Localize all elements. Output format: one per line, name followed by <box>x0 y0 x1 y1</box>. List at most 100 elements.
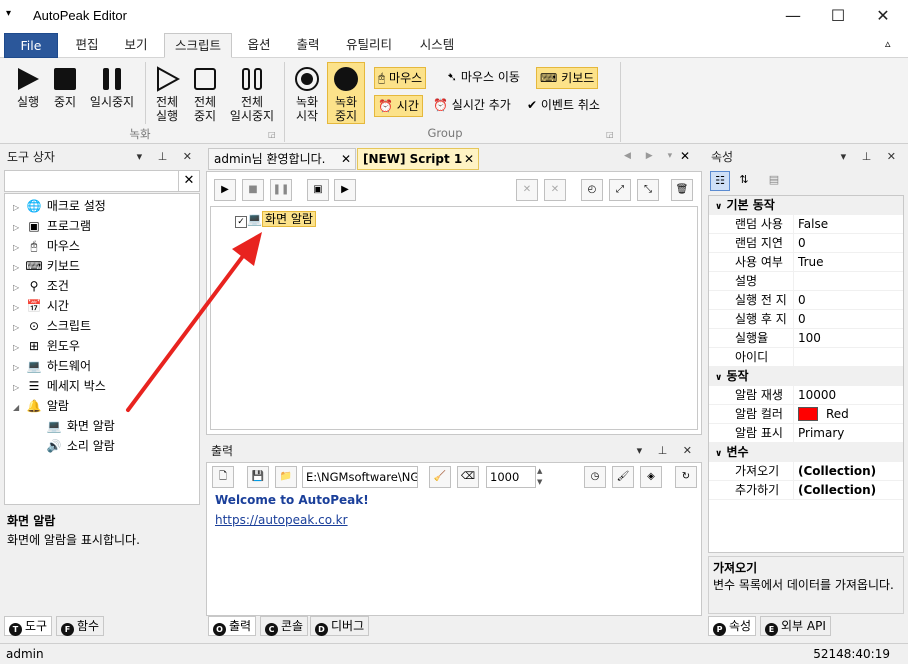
script-node-screen-alarm[interactable]: ✓ 💻 화면 알람 <box>235 210 316 228</box>
prop-row[interactable]: 아이디 <box>709 348 903 367</box>
tree-item-condition[interactable]: ▷ ⚲ 조건 <box>13 276 69 296</box>
prop-row[interactable]: 실행 후 지 0 <box>709 310 903 329</box>
mouse-toggle-button[interactable]: 🖰 마우스 <box>374 67 427 89</box>
editor-run-button[interactable]: ▶ <box>214 179 236 201</box>
record-stop-button[interactable]: 녹화 중지 <box>327 62 365 124</box>
output-eraser-button[interactable]: ⌫ <box>457 466 479 488</box>
tree-item-program[interactable]: ▷ ▣ 프로그램 <box>13 216 91 236</box>
output-controls[interactable]: ▾ ⊥ ✕ <box>637 440 698 462</box>
tab-file[interactable]: File <box>4 33 58 58</box>
keyboard-toggle-button[interactable]: ⌨ 키보드 <box>536 67 599 89</box>
ribbon-collapse-icon[interactable]: ▵ <box>885 37 891 50</box>
editor-close-icon[interactable]: ✕ <box>680 149 690 163</box>
realtime-add-button[interactable]: ⏰ 실시간 추가 <box>430 95 514 117</box>
output-save-button[interactable]: 💾 <box>247 466 269 488</box>
editor-disable-button[interactable]: ✕ <box>516 179 538 201</box>
quick-access-icon[interactable]: ▾ <box>6 8 11 19</box>
prop-row[interactable]: 알람 표시 Primary <box>709 424 903 443</box>
tree-item-macro-settings[interactable]: ▷ 🌐 매크로 설정 <box>13 196 106 216</box>
tree-item-sound-alarm[interactable]: 🔊 소리 알람 <box>45 436 115 456</box>
prop-row[interactable]: 알람 재생 10000 <box>709 386 903 405</box>
prop-row[interactable]: 실행율 100 <box>709 329 903 348</box>
output-number-input[interactable]: 1000 <box>486 466 536 488</box>
output-brush-button[interactable]: 🖌 <box>612 466 634 488</box>
editor-pause-button[interactable]: ❚❚ <box>270 179 292 201</box>
tab-debug[interactable]: D 디버그 <box>310 616 370 636</box>
node-checkbox[interactable]: ✓ <box>235 216 247 228</box>
stop-all-button[interactable]: 전체 중지 <box>188 66 222 123</box>
tree-item-alarm[interactable]: ◢ 🔔 알람 <box>13 396 69 416</box>
editor-timer-button[interactable]: ◴ <box>581 179 603 201</box>
tree-item-mouse[interactable]: ▷ 🖰 마우스 <box>13 236 80 256</box>
prop-category-action[interactable]: ∨ 동작 <box>709 367 903 386</box>
prop-row[interactable]: 설명 <box>709 272 903 291</box>
editor-collapse-button[interactable]: ⤡ <box>637 179 659 201</box>
group-launcher-icon[interactable]: ◲ <box>268 130 276 139</box>
property-pages-button[interactable]: ▤ <box>764 171 784 191</box>
editor-step-button[interactable]: ▣ <box>307 179 329 201</box>
time-toggle-button[interactable]: ⏰ 시간 <box>374 95 423 117</box>
prop-row[interactable]: 실행 전 지 0 <box>709 291 903 310</box>
editor-delete-button[interactable]: 🗑 <box>671 179 693 201</box>
tab-view[interactable]: 보기 <box>112 33 160 58</box>
editor-tab-welcome[interactable]: admin님 환영합니다. ✕ <box>208 148 356 170</box>
tree-item-script[interactable]: ▷ ⊙ 스크립트 <box>13 316 91 336</box>
output-new-button[interactable]: 🗋 <box>212 466 234 488</box>
tab-console[interactable]: C 콘솔 <box>260 616 309 636</box>
tree-item-time[interactable]: ▷ 📅 시간 <box>13 296 69 316</box>
output-clean-button[interactable]: 🧹 <box>429 466 451 488</box>
group-launcher-icon[interactable]: ◲ <box>606 130 614 139</box>
output-open-button[interactable]: 📁 <box>275 466 297 488</box>
editor-stop-button[interactable]: ■ <box>242 179 264 201</box>
output-fill-button[interactable]: ◈ <box>640 466 662 488</box>
minimize-button[interactable]: — <box>770 0 816 32</box>
stop-button[interactable]: 중지 <box>48 66 82 109</box>
prop-category-basic[interactable]: ∨ 기본 동작 <box>709 196 903 215</box>
editor-tab-nav[interactable]: ◀ ▶ ▾ <box>624 151 678 161</box>
output-number-spinner[interactable]: ▲ ▼ <box>537 466 549 488</box>
prop-row[interactable]: 랜덤 사용 False <box>709 215 903 234</box>
tab-external-api[interactable]: E 외부 API <box>760 616 831 636</box>
tree-item-screen-alarm[interactable]: 💻 화면 알람 <box>45 416 115 436</box>
tab-options[interactable]: 옵션 <box>236 33 282 58</box>
record-start-button[interactable]: 녹화 시작 <box>289 66 325 123</box>
tab-utility[interactable]: 유틸리티 <box>334 33 404 58</box>
editor-tab-script1[interactable]: [NEW] Script 1 ✕ <box>357 148 479 170</box>
prop-row[interactable]: 사용 여부 True <box>709 253 903 272</box>
toolbox-search-input[interactable] <box>4 170 179 192</box>
categorized-view-button[interactable]: ☷ <box>710 171 730 191</box>
editor-play-box-button[interactable]: ▶ <box>334 179 356 201</box>
toolbox-controls[interactable]: ▾ ⊥ ✕ <box>137 146 198 168</box>
output-refresh-button[interactable]: ↻ <box>675 466 697 488</box>
properties-controls[interactable]: ▾ ⊥ ✕ <box>841 146 902 168</box>
pause-all-button[interactable]: 전체 일시중지 <box>224 66 280 123</box>
tab-functions[interactable]: F 함수 <box>56 616 105 636</box>
output-clock-button[interactable]: ◷ <box>584 466 606 488</box>
maximize-button[interactable]: ☐ <box>815 0 861 32</box>
prop-row[interactable]: 랜덤 지연 0 <box>709 234 903 253</box>
prop-row[interactable]: 가져오기 (Collection) <box>709 462 903 481</box>
tab-script[interactable]: 스크립트 <box>164 33 232 58</box>
editor-disable2-button[interactable]: ✕ <box>544 179 566 201</box>
event-cancel-button[interactable]: ✔ 이벤트 취소 <box>524 95 603 117</box>
mouse-move-button[interactable]: ➷ 마우스 이동 <box>444 67 523 89</box>
tree-item-message-box[interactable]: ▷ ☰ 메세지 박스 <box>13 376 106 396</box>
tab-output[interactable]: 출력 <box>285 33 331 58</box>
close-icon[interactable]: ✕ <box>464 149 474 169</box>
pause-button[interactable]: 일시중지 <box>84 66 140 109</box>
output-path-input[interactable]: E:\NGMsoftware\NG <box>302 466 418 488</box>
output-link[interactable]: https://autopeak.co.kr <box>215 513 348 527</box>
tab-properties[interactable]: P 속성 <box>708 616 757 636</box>
editor-expand-button[interactable]: ⤢ <box>609 179 631 201</box>
prop-row[interactable]: 추가하기 (Collection) <box>709 481 903 500</box>
tree-item-window[interactable]: ▷ ⊞ 윈도우 <box>13 336 80 356</box>
close-button[interactable]: ✕ <box>860 0 906 32</box>
tab-toolbox[interactable]: T 도구 <box>4 616 53 636</box>
prop-row[interactable]: 알람 컬러 Red <box>709 405 903 424</box>
run-all-button[interactable]: 전체 실행 <box>150 66 184 123</box>
sort-alpha-button[interactable]: ⇅ <box>734 171 754 191</box>
run-button[interactable]: 실행 <box>10 66 46 109</box>
tree-item-hardware[interactable]: ▷ 💻 하드웨어 <box>13 356 91 376</box>
tab-system[interactable]: 시스템 <box>408 33 466 58</box>
tab-edit[interactable]: 편집 <box>63 33 111 58</box>
